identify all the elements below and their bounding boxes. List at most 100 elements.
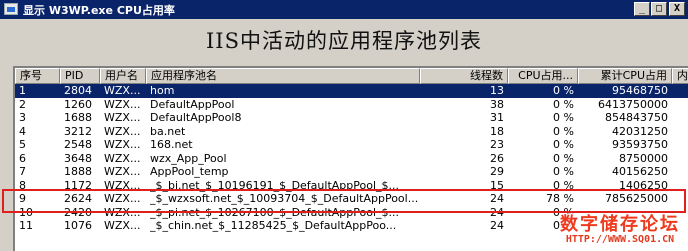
col-total-cpu-cell: 854843750	[605, 111, 668, 124]
col-pid-cell: 1172	[64, 178, 92, 192]
column-header-username[interactable]: 用户名	[100, 68, 146, 84]
col-index-cell: 9	[19, 192, 26, 205]
col-cpu-usage-cell: 0 %	[553, 84, 574, 97]
col-total-cpu-cell: 785625000	[605, 192, 668, 205]
col-cpu-usage-cell: 0 %	[553, 151, 574, 165]
page-title: IIS中活动的应用程序池列表	[206, 29, 482, 53]
col-index-cell: 1	[19, 84, 26, 97]
minimize-button[interactable]: _	[634, 2, 650, 16]
col-threads-cell: 26	[490, 151, 504, 165]
col-index-cell: 11	[19, 219, 33, 232]
col-pool-name-cell: AppPool_temp	[150, 165, 229, 178]
col-cpu-usage-cell: 0 %	[553, 111, 574, 124]
col-total-cpu-cell: 6413750000	[598, 97, 668, 111]
col-username-cell: WZX...	[104, 178, 141, 192]
column-header-row: 序号 PID 用户名 应用程序池名 线程数 CPU占用... 累计CPU占用内	[15, 68, 688, 84]
col-threads-cell: 24	[490, 219, 504, 232]
col-pool-name-cell: 168.net	[150, 138, 193, 151]
col-threads-cell: 23	[490, 138, 504, 151]
table-row[interactable]: 5 2548 WZX... 168.net 23 0 % 93593750	[15, 138, 688, 152]
col-pool-name-cell: DefaultAppPool8	[150, 111, 242, 124]
watermark-url: HTTP://WWW.SQ01.CN	[565, 234, 675, 245]
col-threads-cell: 13	[490, 84, 504, 97]
col-pid-cell: 3212	[64, 124, 92, 138]
col-username-cell: WZX...	[104, 97, 141, 111]
column-header-pool-name[interactable]: 应用程序池名	[146, 68, 420, 84]
window-title: 显示 W3WP.exe CPU占用率	[23, 4, 175, 17]
col-pid-cell: 2420	[64, 205, 92, 219]
col-username-cell: WZX...	[104, 84, 141, 97]
col-cpu-usage-cell: 78 %	[546, 192, 574, 205]
col-total-cpu-cell: 40156250	[612, 165, 668, 178]
title-bar: 显示 W3WP.exe CPU占用率 _ □ X	[0, 0, 688, 19]
col-index-cell: 7	[19, 165, 26, 178]
col-threads-cell: 18	[490, 124, 504, 138]
table-row[interactable]: 6 3648 WZX... wzx_App_Pool 26 0 % 8750000	[15, 152, 688, 166]
column-header-cpu-usage[interactable]: CPU占用...	[508, 68, 578, 84]
col-index-cell: 2	[19, 97, 26, 111]
col-username-cell: WZX...	[104, 165, 141, 178]
col-pool-name-cell: _$_pi.net_$_10267100_$_DefaultAppPool_$.…	[150, 205, 399, 219]
col-username-cell: WZX...	[104, 124, 141, 138]
col-threads-cell: 29	[490, 165, 504, 178]
table-row[interactable]: 8 1172 WZX... _$_bi.net_$_10196191_$_Defaul…	[15, 179, 688, 193]
col-total-cpu-cell: 93593750	[612, 138, 668, 151]
col-pool-name-cell: DefaultAppPool	[150, 97, 235, 111]
watermark-logo: 数字储存论坛 HTTP://WWW.SQ01.CN	[554, 210, 686, 251]
col-pid-cell: 1260	[64, 97, 92, 111]
col-threads-cell: 38	[490, 97, 504, 111]
column-header-total-cpu[interactable]: 累计CPU占用	[578, 68, 672, 84]
column-header-pid[interactable]: PID	[60, 68, 100, 84]
col-cpu-usage-cell: 0 %	[553, 97, 574, 111]
col-total-cpu-cell: 42031250	[612, 124, 668, 138]
col-username-cell: WZX...	[104, 138, 141, 151]
col-pool-name-cell: _$_bi.net_$_10196191_$_DefaultAppPool_$.…	[150, 178, 399, 192]
col-username-cell: WZX...	[104, 192, 141, 205]
col-index-cell: 5	[19, 138, 26, 151]
col-cpu-usage-cell: 0 %	[553, 124, 574, 138]
col-total-cpu-cell: 8750000	[619, 151, 668, 165]
col-username-cell: WZX...	[104, 219, 141, 232]
table-row[interactable]: 4 3212 WZX... ba.net 18 0 % 42031250	[15, 125, 688, 139]
col-username-cell: WZX...	[104, 205, 141, 219]
col-pool-name-cell: _$_chin.net_$_11285425_$_DefaultAppPoo..…	[150, 219, 397, 232]
table-row[interactable]: 9 2624 WZX... _$_wzxsoft.net_$_10093704_$_D…	[15, 192, 688, 206]
column-header-threads[interactable]: 线程数	[420, 68, 508, 84]
col-pid-cell: 1688	[64, 111, 92, 124]
col-pool-name-cell: ba.net	[150, 124, 186, 138]
col-threads-cell: 15	[490, 178, 504, 192]
col-pid-cell: 2548	[64, 138, 92, 151]
close-button[interactable]: X	[669, 2, 685, 16]
col-cpu-usage-cell: 0 %	[553, 138, 574, 151]
column-header-memory[interactable]: 内	[672, 68, 688, 84]
col-pid-cell: 3648	[64, 151, 92, 165]
col-pid-cell: 1888	[64, 165, 92, 178]
col-pool-name-cell: hom	[150, 84, 175, 97]
table-row[interactable]: 1 2804 WZX... hom 13 0 % 95468750	[15, 84, 688, 98]
col-cpu-usage-cell: 0 %	[553, 178, 574, 192]
col-index-cell: 10	[19, 205, 33, 219]
maximize-button[interactable]: □	[651, 2, 667, 16]
col-pool-name-cell: wzx_App_Pool	[150, 151, 227, 165]
col-total-cpu-cell: 95468750	[612, 84, 668, 97]
col-pool-name-cell: _$_wzxsoft.net_$_10093704_$_DefaultAppPo…	[150, 192, 419, 205]
col-pid-cell: 2804	[64, 84, 92, 97]
col-threads-cell: 24	[490, 205, 504, 219]
app-window-icon	[4, 3, 18, 15]
col-cpu-usage-cell: 0 %	[553, 165, 574, 178]
col-username-cell: WZX...	[104, 151, 141, 165]
table-row[interactable]: 3 1688 WZX... DefaultAppPool8 31 0 % 854843750	[15, 111, 688, 125]
col-index-cell: 3	[19, 111, 26, 124]
col-pid-cell: 1076	[64, 219, 92, 232]
col-username-cell: WZX...	[104, 111, 141, 124]
table-row[interactable]: 7 1888 WZX... AppPool_temp 29 0 % 40156250	[15, 165, 688, 179]
col-pid-cell: 2624	[64, 192, 92, 205]
col-total-cpu-cell: 1406250	[619, 178, 668, 192]
col-index-cell: 6	[19, 151, 26, 165]
column-header-index[interactable]: 序号	[15, 68, 60, 84]
col-index-cell: 4	[19, 124, 26, 138]
col-threads-cell: 31	[490, 111, 504, 124]
col-index-cell: 8	[19, 178, 26, 192]
col-threads-cell: 24	[490, 192, 504, 205]
table-row[interactable]: 2 1260 WZX... DefaultAppPool 38 0 % 6413750000	[15, 98, 688, 112]
